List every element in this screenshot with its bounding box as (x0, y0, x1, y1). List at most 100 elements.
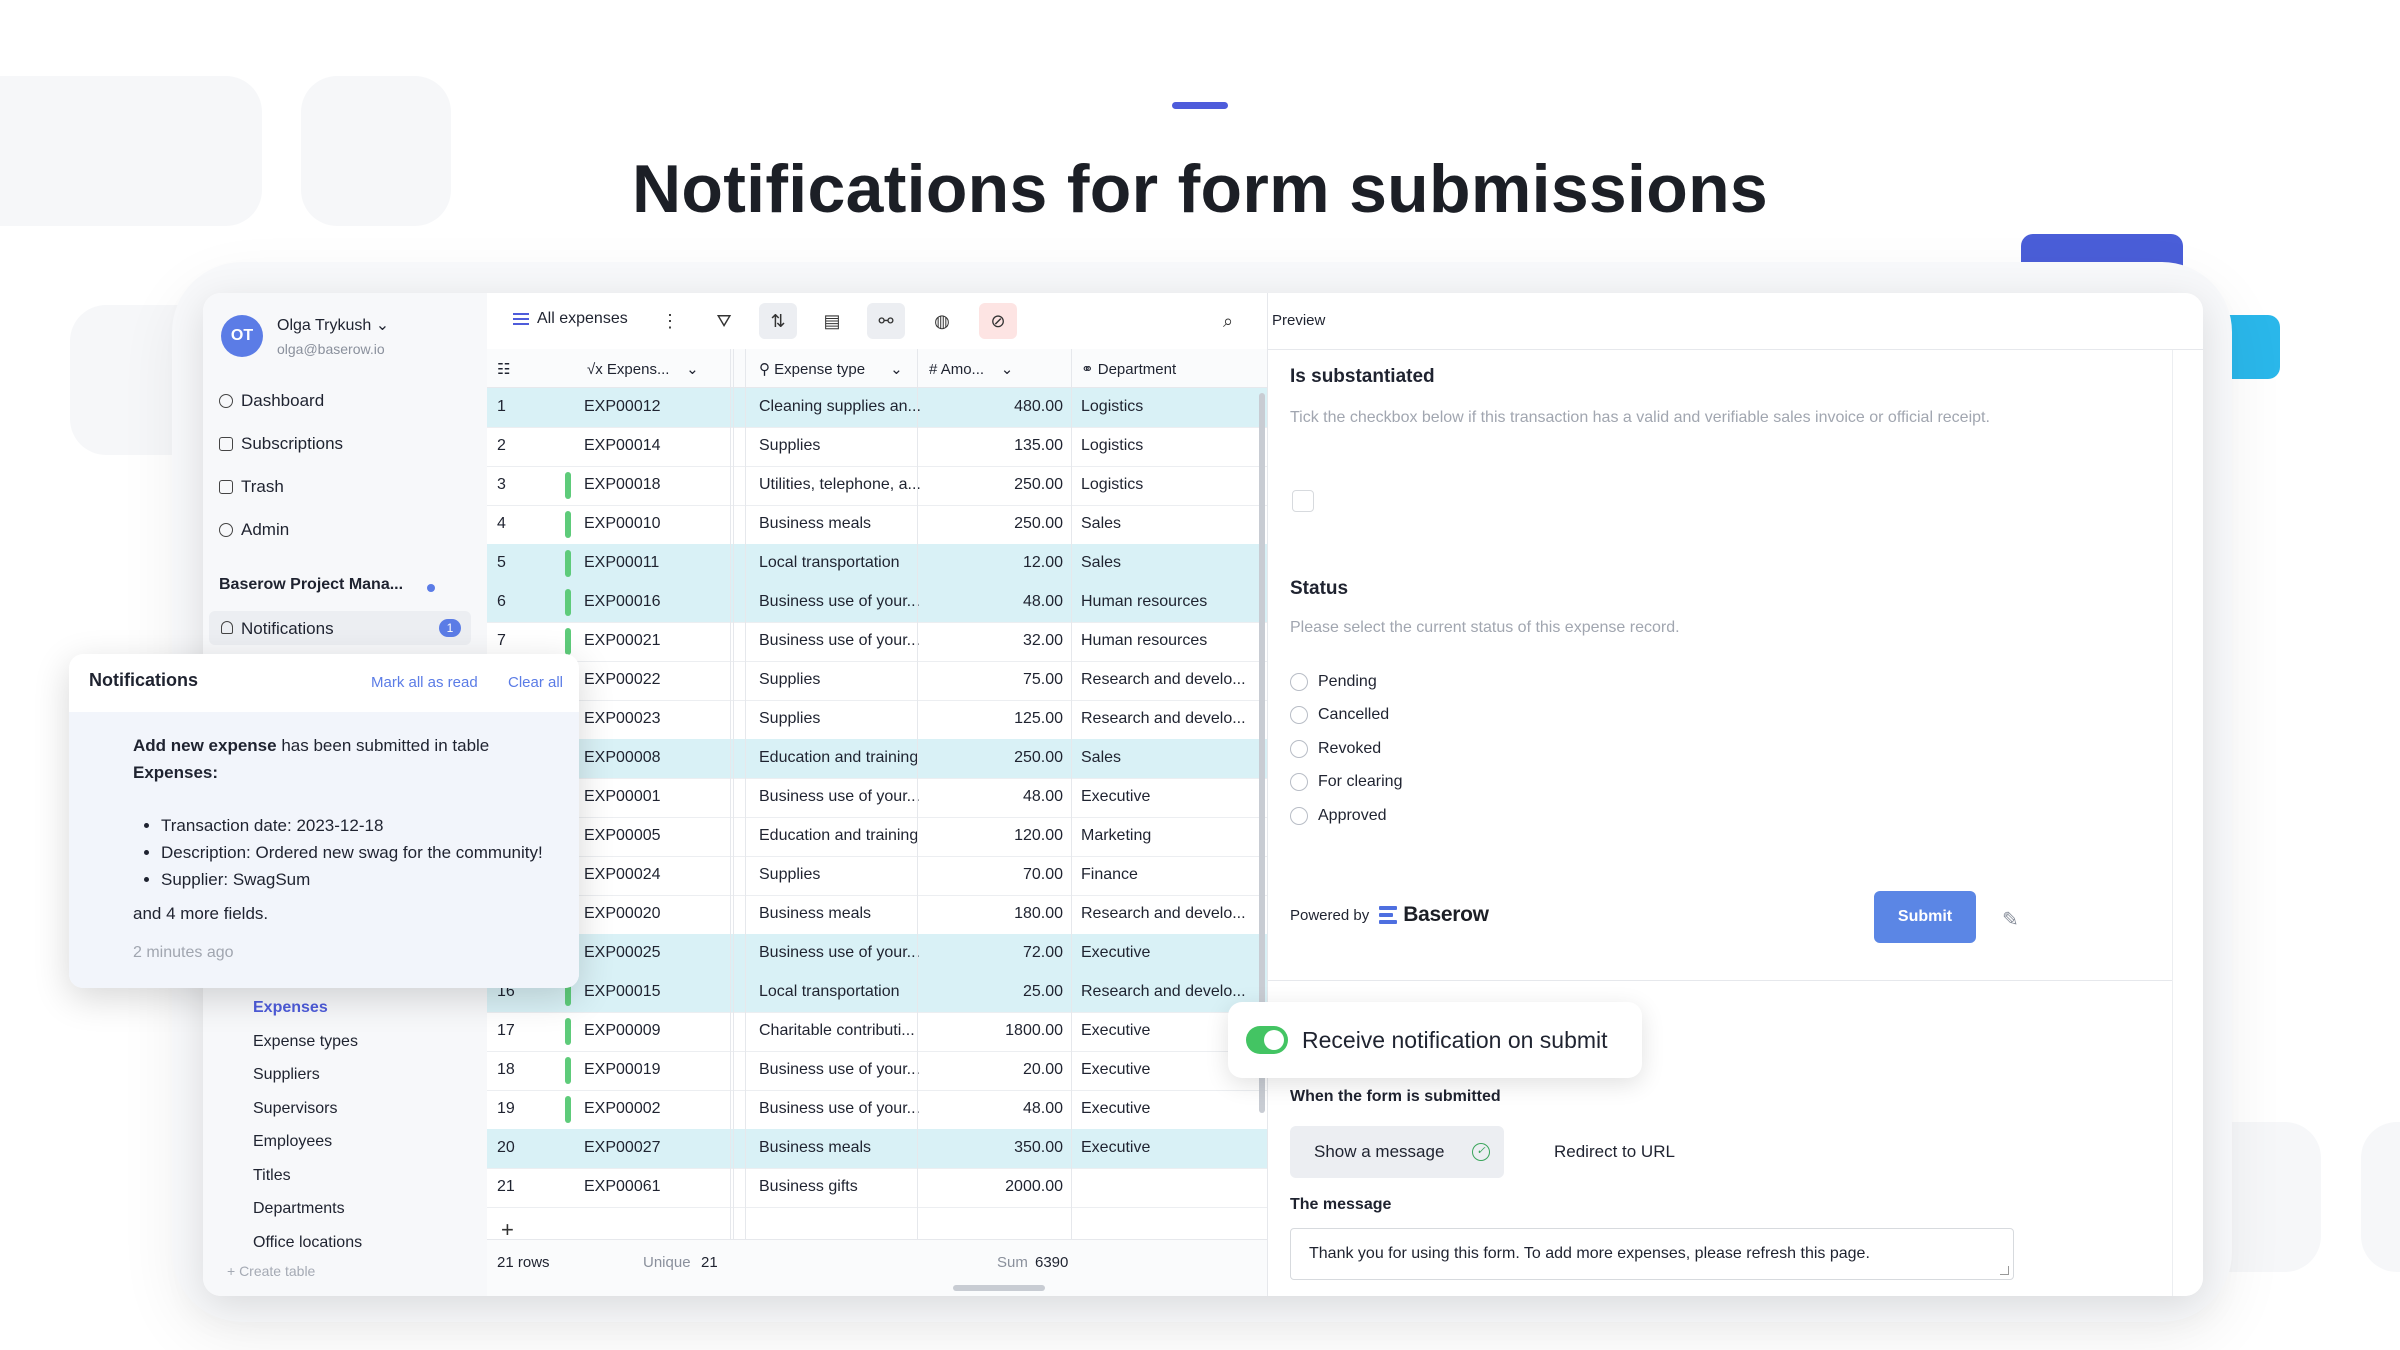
expense-id-cell[interactable]: EXP00020 (584, 905, 661, 923)
expense-type-cell[interactable]: Local transportation (759, 983, 931, 1001)
amount-cell[interactable]: 135.00 (925, 437, 1063, 455)
notification-item[interactable]: Add new expense has been submitted in ta… (69, 712, 579, 988)
table-row[interactable]: 9EXP00023Supplies125.00Research and deve… (487, 700, 1267, 740)
department-cell[interactable]: Sales (1081, 749, 1259, 767)
expense-type-cell[interactable]: Business gifts (759, 1178, 931, 1196)
clear-all-link[interactable]: Clear all (508, 674, 563, 691)
table-link-office-locations[interactable]: Office locations (253, 1234, 362, 1252)
table-link-departments[interactable]: Departments (253, 1200, 345, 1218)
show-message-option[interactable]: Show a message ✓ (1290, 1126, 1504, 1178)
expense-type-cell[interactable]: Local transportation (759, 554, 931, 572)
column-header-id[interactable]: √x Expens... ⌄ (587, 360, 699, 378)
table-row[interactable]: 15EXP00025Business use of your...72.00Ex… (487, 934, 1267, 974)
expense-type-cell[interactable]: Supplies (759, 437, 931, 455)
expense-type-cell[interactable]: Business use of your... (759, 1100, 931, 1118)
status-radio-approved[interactable]: Approved (1290, 807, 1387, 825)
sum-value[interactable]: 6390 (1035, 1254, 1068, 1271)
row-number-cell[interactable]: 2 (497, 437, 506, 455)
expense-type-cell[interactable]: Cleaning supplies an... (759, 398, 931, 416)
search-icon[interactable]: ⌕ (1209, 303, 1247, 339)
department-cell[interactable]: Research and develo... (1081, 671, 1259, 689)
table-row[interactable]: 17 EXP00009 Charitable contributi... 1800.0… (487, 1012, 1267, 1052)
department-cell[interactable]: Research and develo... (1081, 905, 1259, 923)
amount-cell[interactable]: 32.00 (925, 632, 1063, 650)
expense-id-cell[interactable]: EXP00008 (584, 749, 661, 767)
department-cell[interactable]: Human resources (1081, 593, 1259, 611)
expense-type-cell[interactable]: Education and training (759, 827, 931, 845)
sidebar-item-trash[interactable]: Trash (219, 477, 284, 497)
department-cell[interactable]: Sales (1081, 554, 1259, 572)
table-row[interactable]: 10EXP00008Education and training250.00Sa… (487, 739, 1267, 779)
department-cell[interactable]: Executive (1081, 944, 1259, 962)
department-cell[interactable]: Marketing (1081, 827, 1259, 845)
expense-type-cell[interactable]: Business use of your... (759, 944, 931, 962)
department-cell[interactable]: Logistics (1081, 398, 1259, 416)
table-row[interactable]: 5 EXP00011 Local transportation 12.00 Sales (487, 544, 1267, 584)
baserow-logo[interactable]: Baserow (1379, 903, 1489, 927)
amount-cell[interactable]: 20.00 (925, 1061, 1063, 1079)
expense-type-cell[interactable]: Utilities, telephone, a... (759, 476, 931, 494)
expense-type-cell[interactable]: Supplies (759, 710, 931, 728)
amount-cell[interactable]: 70.00 (925, 866, 1063, 884)
table-link-expense-types[interactable]: Expense types (253, 1033, 358, 1051)
expense-id-cell[interactable]: EXP00023 (584, 710, 661, 728)
table-row[interactable]: 7 EXP00021 Business use of your... 32.00 Hum… (487, 622, 1267, 662)
expense-id-cell[interactable]: EXP00010 (584, 515, 661, 533)
column-header-department[interactable]: ⚭ Department (1081, 360, 1176, 378)
sidebar-item-admin[interactable]: Admin (219, 520, 289, 540)
department-cell[interactable]: Executive (1081, 1100, 1259, 1118)
resize-handle-icon[interactable] (2000, 1266, 2009, 1275)
table-row[interactable]: 21 EXP00061 Business gifts 2000.00 (487, 1168, 1267, 1208)
table-row[interactable]: 16 EXP00015 Local transportation 25.00 Resea… (487, 973, 1267, 1013)
department-cell[interactable]: Executive (1081, 788, 1259, 806)
department-cell[interactable]: Logistics (1081, 476, 1259, 494)
table-row[interactable]: 19 EXP00002 Business use of your... 48.00 Ex… (487, 1090, 1267, 1130)
department-cell[interactable]: Finance (1081, 866, 1259, 884)
unique-value[interactable]: 21 (701, 1254, 718, 1271)
view-selector[interactable]: All expenses (513, 310, 628, 328)
table-row[interactable]: 13EXP00024Supplies70.00Finance (487, 856, 1267, 896)
avatar[interactable]: OT (221, 315, 263, 357)
redirect-url-option[interactable]: Redirect to URL (1554, 1142, 1675, 1162)
department-cell[interactable]: Research and develo... (1081, 710, 1259, 728)
row-number-cell[interactable]: 4 (497, 515, 506, 533)
department-cell[interactable]: Human resources (1081, 632, 1259, 650)
expense-type-cell[interactable]: Business meals (759, 1139, 931, 1157)
row-number-cell[interactable]: 5 (497, 554, 506, 572)
sidebar-item-dashboard[interactable]: Dashboard (219, 391, 324, 411)
column-header-amount[interactable]: # Amo... ⌄ (929, 360, 1013, 378)
mark-all-read-link[interactable]: Mark all as read (371, 674, 478, 691)
view-menu-icon[interactable]: ⋮ (651, 303, 689, 339)
department-cell[interactable]: Research and develo... (1081, 983, 1259, 1001)
share-icon[interactable]: ⚯ (867, 303, 905, 339)
amount-cell[interactable]: 1800.00 (925, 1022, 1063, 1040)
row-number-cell[interactable]: 6 (497, 593, 506, 611)
amount-cell[interactable]: 72.00 (925, 944, 1063, 962)
expense-id-cell[interactable]: EXP00001 (584, 788, 661, 806)
amount-cell[interactable]: 250.00 (925, 476, 1063, 494)
amount-cell[interactable]: 250.00 (925, 515, 1063, 533)
amount-cell[interactable]: 120.00 (925, 827, 1063, 845)
hide-fields-icon[interactable]: ⊘ (979, 303, 1017, 339)
row-number-cell[interactable]: 7 (497, 632, 506, 650)
database-name[interactable]: Baserow Project Mana... (219, 576, 403, 594)
amount-cell[interactable]: 12.00 (925, 554, 1063, 572)
expense-type-cell[interactable]: Education and training (759, 749, 931, 767)
filter-icon[interactable]: ⛛ (705, 303, 743, 339)
expense-id-cell[interactable]: EXP00011 (584, 554, 659, 572)
amount-cell[interactable]: 125.00 (925, 710, 1063, 728)
table-row[interactable]: 12EXP00005Education and training120.00Ma… (487, 817, 1267, 857)
table-link-suppliers[interactable]: Suppliers (253, 1066, 320, 1084)
table-row[interactable]: 11EXP00001Business use of your...48.00Ex… (487, 778, 1267, 818)
amount-cell[interactable]: 480.00 (925, 398, 1063, 416)
row-number-cell[interactable]: 20 (497, 1139, 515, 1157)
expense-id-cell[interactable]: EXP00025 (584, 944, 661, 962)
row-height-icon[interactable]: ▤ (813, 303, 851, 339)
expense-id-cell[interactable]: EXP00002 (584, 1100, 661, 1118)
amount-cell[interactable]: 250.00 (925, 749, 1063, 767)
status-radio-pending[interactable]: Pending (1290, 673, 1377, 691)
expense-id-cell[interactable]: EXP00027 (584, 1139, 661, 1157)
table-row[interactable]: 8EXP00022Supplies75.00Research and devel… (487, 661, 1267, 701)
row-number-cell[interactable]: 17 (497, 1022, 515, 1040)
department-cell[interactable]: Sales (1081, 515, 1259, 533)
